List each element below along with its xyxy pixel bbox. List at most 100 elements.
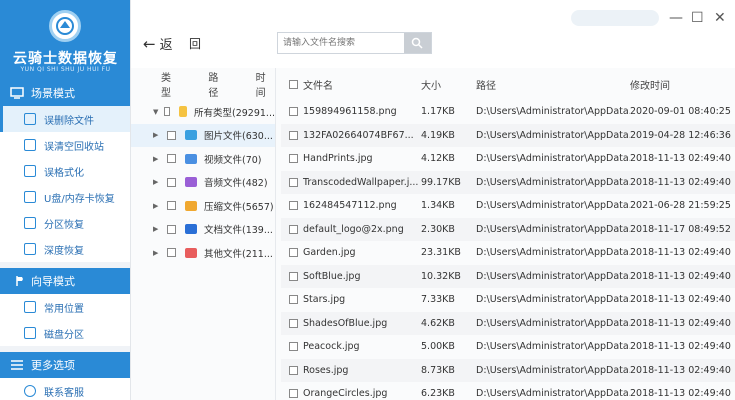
close-button[interactable]: ✕ <box>714 10 726 26</box>
nav-item-usb-card[interactable]: U盘/内存卡恢复 <box>0 184 130 210</box>
row-checkbox[interactable] <box>289 130 298 140</box>
row-checkbox[interactable] <box>289 177 298 187</box>
tree-item[interactable]: ▶ 音频文件(482) <box>131 171 275 195</box>
file-name: Garden.jpg <box>303 247 356 259</box>
file-modified: 2018-11-17 08:49:52 <box>630 223 731 235</box>
row-checkbox[interactable] <box>289 271 298 281</box>
row-checkbox[interactable] <box>289 389 298 399</box>
row-checkbox[interactable] <box>289 318 298 328</box>
row-checkbox[interactable] <box>289 107 298 117</box>
nav-item-contact-support[interactable]: 联系客服 <box>0 378 130 400</box>
table-row[interactable]: Stars.jpg 7.33KB D:\Users\Administrator\Ap… <box>281 288 735 312</box>
search-button[interactable] <box>404 33 431 53</box>
tree-item[interactable]: ▶ 图片文件(630... <box>131 123 275 147</box>
file-table: 文件名 大小 路径 修改时间 159894961158.png 1.17KB D:\… <box>281 68 735 400</box>
expand-arrow-icon[interactable]: ▶ <box>153 178 161 186</box>
account-badge[interactable] <box>571 10 659 26</box>
back-label: 返 <box>159 38 173 53</box>
row-checkbox[interactable] <box>289 224 298 234</box>
return-label[interactable]: 回 <box>189 35 201 52</box>
expand-arrow-icon[interactable]: ▶ <box>153 155 161 163</box>
tab-time[interactable]: 时间 <box>256 69 275 99</box>
table-row[interactable]: Roses.jpg 8.73KB D:\Users\Administrator\Ap… <box>281 358 735 382</box>
sidebar: 云骑士数据恢复 YUN QI SHI SHU JU HUI FU 场景模式 误删… <box>0 0 131 400</box>
tree-checkbox[interactable] <box>164 107 171 117</box>
table-row[interactable]: SoftBlue.jpg 10.32KB D:\Users\Administrato… <box>281 264 735 288</box>
expand-arrow-icon[interactable]: ▼ <box>153 108 158 116</box>
tree-checkbox[interactable] <box>167 201 176 211</box>
file-name: 162484547112.png <box>303 200 397 212</box>
section-more-options[interactable]: 更多选项 <box>0 352 130 378</box>
table-row[interactable]: 132FA02664074BF67... 4.19KB D:\Users\Admin… <box>281 123 735 147</box>
tree-checkbox[interactable] <box>167 130 176 140</box>
nav-item-partition[interactable]: 分区恢复 <box>0 210 130 236</box>
tree-item[interactable]: ▶ 文档文件(139... <box>131 218 275 242</box>
arrow-left-icon: ← <box>143 34 156 53</box>
nav-item-deep-recovery[interactable]: 深度恢复 <box>0 236 130 262</box>
row-checkbox[interactable] <box>289 248 298 258</box>
file-size: 4.19KB <box>421 129 455 141</box>
file-size: 10.32KB <box>421 270 461 282</box>
table-row[interactable]: default_logo@2x.png 2.30KB D:\Users\Admini… <box>281 217 735 241</box>
row-checkbox[interactable] <box>289 201 298 211</box>
section-wizard-mode[interactable]: 向导模式 <box>0 268 130 294</box>
file-name: 132FA02664074BF67... <box>303 129 414 141</box>
tree-item-label: 文档文件(139... <box>204 225 273 237</box>
tree-checkbox[interactable] <box>167 224 176 234</box>
minimize-button[interactable]: — <box>669 10 683 26</box>
tree-item[interactable]: ▶ 其他文件(211... <box>131 241 275 265</box>
tree-checkbox[interactable] <box>167 248 176 258</box>
table-row[interactable]: HandPrints.jpg 4.12KB D:\Users\Administrat… <box>281 147 735 171</box>
menu-icon <box>10 359 24 371</box>
table-row[interactable]: TranscodedWallpaper.j... 99.17KB D:\Users\… <box>281 170 735 194</box>
row-checkbox[interactable] <box>289 342 298 352</box>
nav-item-recycle-bin[interactable]: 误清空回收站 <box>0 132 130 158</box>
expand-arrow-icon[interactable]: ▶ <box>153 131 161 139</box>
tree-item[interactable]: ▶ 视频文件(70) <box>131 147 275 171</box>
signpost-icon <box>10 275 24 287</box>
file-modified: 2018-11-13 02:49:40 <box>630 176 731 188</box>
search-input[interactable] <box>278 33 404 53</box>
row-checkbox[interactable] <box>289 295 298 305</box>
column-size[interactable]: 大小 <box>421 77 476 92</box>
file-name: Stars.jpg <box>303 294 346 306</box>
select-all-checkbox[interactable] <box>289 79 298 89</box>
file-path: D:\Users\Administrator\AppData... <box>476 270 630 282</box>
row-checkbox[interactable] <box>289 154 298 164</box>
file-path: D:\Users\Administrator\AppData... <box>476 129 630 141</box>
column-name[interactable]: 文件名 <box>301 77 421 92</box>
table-row[interactable]: 162484547112.png 1.34KB D:\Users\Administr… <box>281 194 735 218</box>
table-row[interactable]: OrangeCircles.jpg 6.23KB D:\Users\Administ… <box>281 382 735 400</box>
file-size: 2.30KB <box>421 223 455 235</box>
file-modified: 2018-11-13 02:49:40 <box>630 294 731 306</box>
expand-arrow-icon[interactable]: ▶ <box>153 202 161 210</box>
nav-item-disk-partition[interactable]: 磁盘分区 <box>0 320 130 346</box>
back-button[interactable]: ← 返 <box>143 34 173 54</box>
usb-icon <box>24 191 36 203</box>
column-modified[interactable]: 修改时间 <box>630 77 735 92</box>
tree-item[interactable]: ▶ 压缩文件(5657) <box>131 194 275 218</box>
tree-item[interactable]: ▼ 所有类型(29291... <box>131 100 275 124</box>
nav-item-deleted-files[interactable]: 误删除文件 <box>0 106 130 132</box>
section-scene-mode[interactable]: 场景模式 <box>0 80 130 106</box>
table-row[interactable]: ShadesOfBlue.jpg 4.62KB D:\Users\Administr… <box>281 311 735 335</box>
table-row[interactable]: 159894961158.png 1.17KB D:\Users\Administr… <box>281 100 735 124</box>
column-path[interactable]: 路径 <box>476 77 630 92</box>
tab-path[interactable]: 路径 <box>208 69 227 99</box>
file-path: D:\Users\Administrator\AppData... <box>476 153 630 165</box>
tree-checkbox[interactable] <box>167 154 176 164</box>
file-name: ShadesOfBlue.jpg <box>303 317 388 329</box>
tree-checkbox[interactable] <box>167 177 176 187</box>
row-checkbox[interactable] <box>289 365 298 375</box>
tree-item-label: 所有类型(29291... <box>194 107 275 119</box>
table-row[interactable]: Peacock.jpg 5.00KB D:\Users\Administrator\… <box>281 335 735 359</box>
maximize-button[interactable]: ☐ <box>691 10 704 26</box>
file-path: D:\Users\Administrator\AppData... <box>476 364 630 376</box>
nav-item-formatted[interactable]: 误格式化 <box>0 158 130 184</box>
nav-item-common-locations[interactable]: 常用位置 <box>0 294 130 320</box>
table-row[interactable]: Garden.jpg 23.31KB D:\Users\Administrator\… <box>281 241 735 265</box>
expand-arrow-icon[interactable]: ▶ <box>153 249 161 257</box>
file-modified: 2018-11-13 02:49:40 <box>630 270 731 282</box>
expand-arrow-icon[interactable]: ▶ <box>153 225 161 233</box>
tab-type[interactable]: 类型 <box>161 69 180 99</box>
